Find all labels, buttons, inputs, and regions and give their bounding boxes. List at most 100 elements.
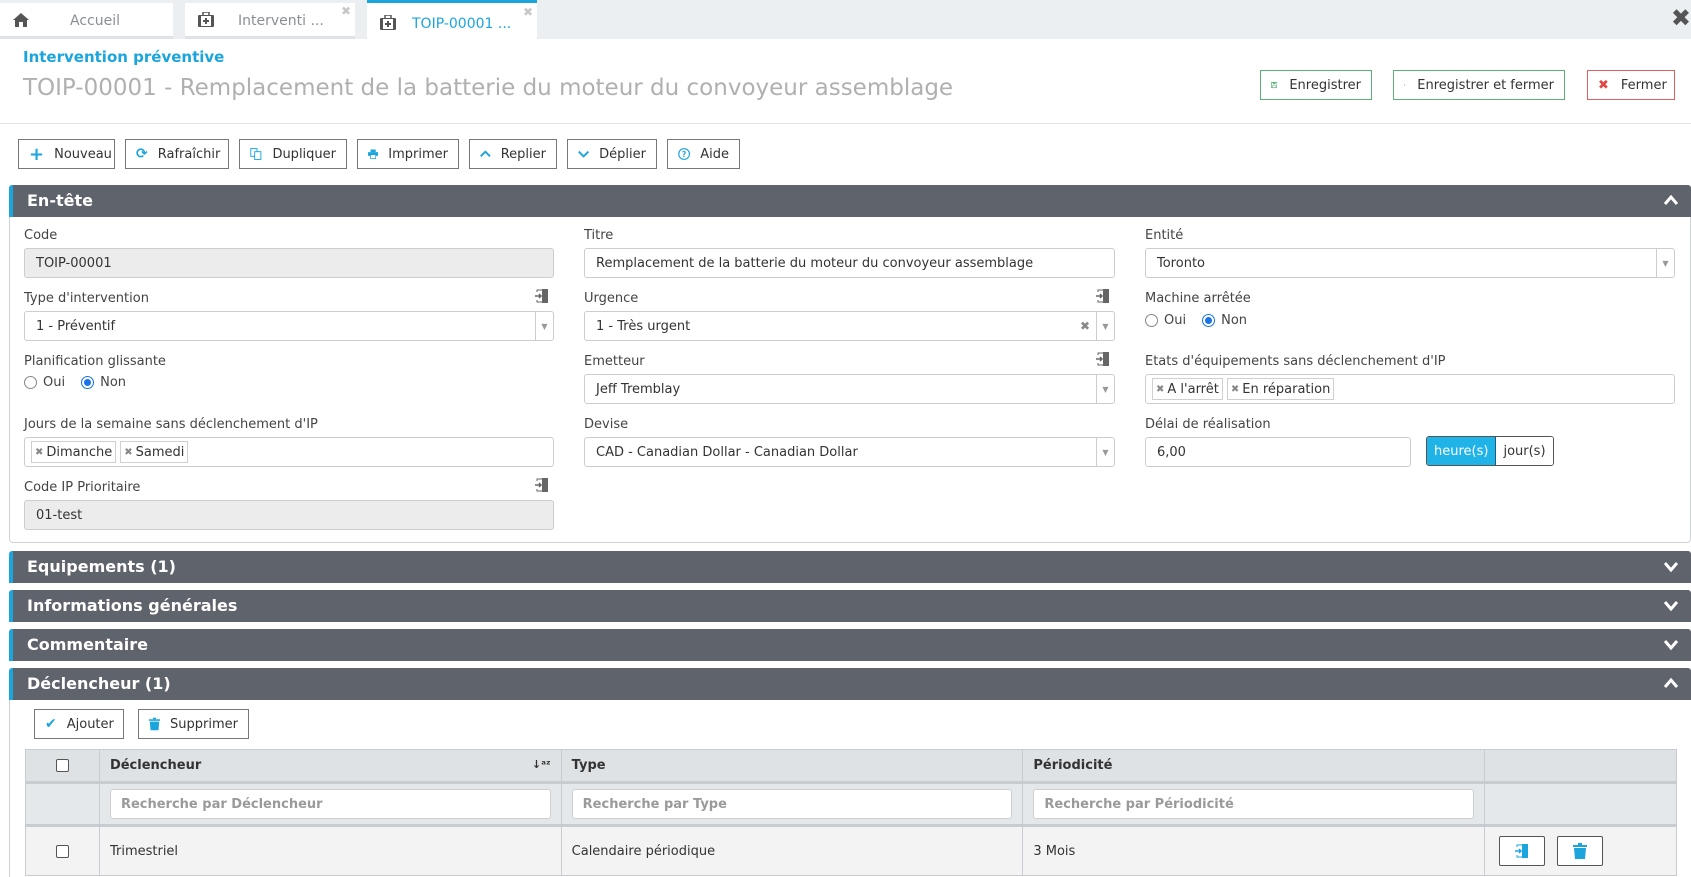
svg-text:?: ? — [682, 150, 686, 159]
print-button[interactable]: Imprimer — [357, 139, 459, 169]
delete-trigger-button[interactable]: Supprimer — [138, 709, 249, 739]
dropdown-arrow-icon[interactable]: ▼ — [1096, 375, 1114, 403]
close-button[interactable]: ✖ Fermer — [1587, 70, 1675, 100]
save-button[interactable]: Enregistrer — [1260, 70, 1372, 100]
type-select[interactable]: 1 - Préventif ▼ — [24, 311, 554, 341]
sliding-planning-oui-radio[interactable] — [24, 376, 37, 389]
sliding-planning-non-radio[interactable] — [81, 376, 95, 389]
remove-tag-icon[interactable]: ✖ — [1231, 384, 1239, 395]
priority-code-field[interactable]: 01-test — [24, 500, 554, 530]
chevron-down-icon[interactable] — [1663, 637, 1679, 651]
dropdown-arrow-icon[interactable]: ▼ — [1096, 438, 1114, 466]
select-all-checkbox[interactable] — [55, 759, 69, 772]
column-header-type[interactable]: Type — [560, 749, 1024, 784]
close-tab-icon[interactable]: ✖ — [523, 5, 533, 19]
section-header-commentaire[interactable]: Commentaire — [9, 629, 1691, 661]
weekdays-label: Jours de la semaine sans déclenchement d… — [24, 417, 318, 432]
dropdown-arrow-icon[interactable]: ▼ — [1096, 312, 1114, 340]
remove-tag-icon[interactable]: ✖ — [124, 447, 132, 458]
equipment-states-multiselect[interactable]: ✖ A l'arrêt ✖ En réparation — [1145, 374, 1675, 404]
chevron-up-icon[interactable] — [1663, 676, 1679, 690]
remove-tag-icon[interactable]: ✖ — [35, 447, 43, 458]
chevron-down-icon[interactable] — [1663, 559, 1679, 573]
tab-label: Accueil — [70, 13, 120, 29]
dropdown-arrow-icon[interactable]: ▼ — [1656, 249, 1674, 277]
column-header-label: Déclencheur — [109, 758, 202, 773]
open-row-button[interactable] — [1499, 836, 1546, 866]
open-link-icon[interactable] — [534, 477, 550, 493]
tag-a-l-arret: ✖ A l'arrêt — [1152, 378, 1223, 400]
collapse-button[interactable]: Replier — [469, 139, 557, 169]
open-link-icon[interactable] — [1095, 288, 1111, 304]
open-link-icon[interactable] — [1095, 351, 1111, 367]
remove-tag-icon[interactable]: ✖ — [1156, 384, 1164, 395]
tab-label: Interventi ... — [238, 13, 324, 29]
help-icon: ? — [678, 148, 691, 160]
code-label: Code — [24, 228, 58, 243]
section-header-informations-generales[interactable]: Informations générales — [9, 590, 1691, 622]
new-label: Nouveau — [54, 146, 112, 162]
filter-declencheur-input[interactable] — [109, 789, 551, 819]
row-checkbox[interactable] — [55, 844, 69, 858]
refresh-icon: ⟳ — [136, 146, 148, 162]
open-link-icon[interactable] — [534, 288, 550, 304]
chevron-down-icon[interactable] — [1663, 598, 1679, 612]
save-and-close-button[interactable]: Enregistrer et fermer — [1393, 70, 1565, 100]
filter-type-input[interactable] — [571, 789, 1013, 819]
delete-row-button[interactable] — [1557, 836, 1604, 866]
dropdown-arrow-icon[interactable]: ▼ — [535, 312, 553, 340]
save-and-close-label: Enregistrer et fermer — [1417, 77, 1554, 93]
collapse-label: Replier — [500, 146, 546, 162]
section-header-en-tete[interactable]: En-tête — [9, 185, 1691, 217]
delay-field[interactable]: 6,00 — [1145, 437, 1411, 467]
currency-select[interactable]: CAD - Canadian Dollar - Canadian Dollar … — [584, 437, 1115, 467]
duplicate-button[interactable]: Dupliquer — [239, 139, 347, 169]
column-header-periodicite[interactable]: Périodicité — [1022, 749, 1486, 784]
weekdays-multiselect[interactable]: ✖ Dimanche ✖ Samedi — [24, 437, 554, 467]
section-header-declencheur[interactable]: Déclencheur (1) — [9, 668, 1691, 700]
unit-days-button[interactable]: jour(s) — [1496, 437, 1553, 465]
chevron-up-icon[interactable] — [1663, 193, 1679, 207]
refresh-label: Rafraîchir — [157, 146, 221, 162]
expand-button[interactable]: Déplier — [567, 139, 657, 169]
unit-hours-button[interactable]: heure(s) — [1427, 437, 1497, 465]
tag-label: Dimanche — [46, 444, 113, 460]
tab-accueil[interactable]: Accueil — [0, 3, 173, 39]
machine-stopped-oui-radio[interactable] — [1145, 314, 1158, 327]
sort-az-icon[interactable]: ↓ᵃᶻ — [532, 758, 551, 771]
issuer-value: Jeff Tremblay — [596, 381, 681, 397]
refresh-button[interactable]: ⟳ Rafraîchir — [125, 139, 229, 169]
filter-periodicite-input[interactable] — [1033, 789, 1475, 819]
close-label: Fermer — [1620, 77, 1667, 93]
tag-dimanche: ✖ Dimanche — [31, 441, 117, 463]
close-tab-icon[interactable]: ✖ — [341, 4, 351, 18]
section-title: Informations générales — [27, 596, 238, 615]
page-subtitle: Intervention préventive — [23, 48, 225, 66]
entity-select[interactable]: Toronto ▼ — [1145, 248, 1675, 278]
machine-stopped-radio-group: Oui Non — [1145, 313, 1263, 328]
delay-unit-toggle: heure(s) jour(s) — [1426, 436, 1554, 466]
sliding-planning-label: Planification glissante — [24, 354, 166, 369]
delete-label: Supprimer — [170, 716, 238, 732]
urgency-select[interactable]: 1 - Très urgent ✖ ▼ — [584, 311, 1115, 341]
machine-stopped-non-radio[interactable] — [1202, 314, 1216, 327]
add-trigger-button[interactable]: ✔ Ajouter — [34, 709, 124, 739]
currency-value: CAD - Canadian Dollar - Canadian Dollar — [596, 444, 858, 460]
clear-icon[interactable]: ✖ — [1080, 319, 1090, 333]
help-button[interactable]: ? Aide — [667, 139, 740, 169]
new-button[interactable]: + Nouveau — [18, 139, 115, 169]
trash-icon — [1573, 843, 1588, 859]
tab-interventions[interactable]: Interventi ... ✖ — [185, 3, 355, 39]
page-title: TOIP-00001 - Remplacement de la batterie… — [23, 75, 954, 101]
issuer-select[interactable]: Jeff Tremblay ▼ — [584, 374, 1115, 404]
code-field[interactable]: TOIP-00001 — [24, 248, 554, 278]
table-row[interactable]: Trimestriel Calendaire périodique 3 Mois — [25, 825, 1677, 876]
cell-declencheur: Trimestriel — [98, 825, 562, 876]
priority-code-label: Code IP Prioritaire — [24, 480, 141, 495]
section-header-equipements[interactable]: Equipements (1) — [9, 551, 1691, 583]
window-close-icon[interactable]: ✖ — [1671, 4, 1691, 32]
tab-toip-00001[interactable]: TOIP-00001 ... ✖ — [367, 0, 537, 39]
sliding-planning-radio-group: Oui Non — [24, 375, 142, 390]
column-header-declencheur[interactable]: Déclencheur ↓ᵃᶻ — [98, 749, 562, 784]
title-field[interactable]: Remplacement de la batterie du moteur du… — [584, 248, 1115, 278]
